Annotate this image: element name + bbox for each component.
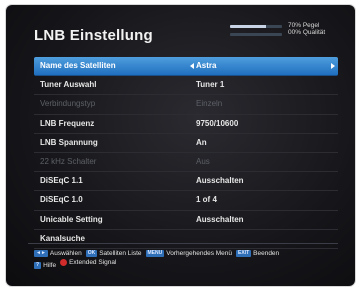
menu-row[interactable]: Name des Satelliten Astra: [34, 57, 338, 77]
left-right-arrows-icon: ◄►: [34, 250, 48, 257]
menu-row-value: 9750/10600: [196, 118, 239, 128]
menu-row-value: Einzeln: [196, 99, 223, 109]
divider: [28, 243, 338, 244]
menu-row-label: Kanalsuche: [40, 233, 85, 243]
exit-key-icon: EXIT: [236, 250, 252, 257]
menu-row[interactable]: LNB Frequenz 9750/10600: [34, 115, 338, 134]
signal-quality-text: 00% Qualität: [288, 29, 326, 36]
menu-row-label: Verbindungstyp: [40, 99, 96, 109]
help-line-1: ◄► Auswählen OK Satelliten Liste MENU Vorherg…: [34, 249, 338, 259]
help-item: ◄► Auswählen: [34, 250, 82, 257]
help-line-2: ? Hilfe Extended Signal: [34, 259, 338, 269]
menu-row[interactable]: DiSEqC 1.0 1 of 4: [34, 191, 338, 211]
help-item: Extended Signal: [60, 259, 116, 266]
right-arrow-icon[interactable]: [331, 63, 335, 69]
menu-key-icon: MENU: [145, 250, 165, 257]
menu-row-label: LNB Frequenz: [40, 118, 95, 128]
menu-row-value: An: [196, 137, 207, 147]
menu-row-label: Name des Satelliten: [40, 61, 116, 70]
help-item: ? Hilfe: [34, 262, 56, 269]
help-text: Vorhergehendes Menü: [166, 250, 233, 257]
menu-row[interactable]: Unicable Setting Ausschalten: [34, 211, 338, 230]
signal-meters: 70% Pegel 00% Qualität: [230, 22, 340, 44]
menu-row-label: DiSEqC 1.1: [40, 176, 83, 186]
signal-level-bar: [230, 25, 282, 28]
settings-list: Name des Satelliten Astra Tuner Auswahl Tun…: [34, 57, 338, 249]
signal-quality-bar: [230, 33, 282, 36]
signal-level-fill: [230, 25, 267, 28]
menu-row-label: DiSEqC 1.0: [40, 195, 83, 205]
menu-row-value: Ausschalten: [196, 176, 244, 186]
menu-row: 22 kHz Schalter Aus: [34, 153, 338, 173]
menu-row-label: 22 kHz Schalter: [40, 156, 97, 166]
menu-row[interactable]: Tuner Auswahl Tuner 1: [34, 76, 338, 96]
help-text: Beenden: [253, 250, 280, 257]
menu-row: Verbindungstyp Einzeln: [34, 95, 338, 115]
menu-row-label: Tuner Auswahl: [40, 80, 97, 90]
menu-row-label: LNB Spannung: [40, 137, 98, 147]
red-button-icon: [60, 259, 68, 266]
page-title: LNB Einstellung: [34, 27, 153, 44]
menu-row[interactable]: LNB Spannung An: [34, 134, 338, 153]
menu-row-value: Astra: [196, 61, 217, 70]
menu-row-value: Ausschalten: [196, 214, 244, 224]
help-text: Hilfe: [43, 262, 57, 269]
help-item: EXIT Beenden: [236, 250, 279, 257]
help-text: Extended Signal: [69, 259, 117, 266]
help-text: Auswählen: [49, 250, 82, 257]
menu-row-value: Aus: [196, 156, 210, 166]
help-bar: ◄► Auswählen OK Satelliten Liste MENU Vorherg…: [34, 249, 338, 269]
menu-row[interactable]: DiSEqC 1.1 Ausschalten: [34, 172, 338, 192]
help-key-icon: ?: [34, 262, 42, 269]
menu-row-value: Tuner 1: [196, 80, 225, 90]
help-text: Satelliten Liste: [99, 250, 142, 257]
left-arrow-icon[interactable]: [190, 63, 194, 69]
ok-key-icon: OK: [85, 250, 98, 257]
menu-row[interactable]: Kanalsuche: [34, 230, 338, 249]
help-item: OK Satelliten Liste: [85, 250, 142, 257]
menu-row-label: Unicable Setting: [40, 214, 103, 224]
menu-row-value: 1 of 4: [196, 195, 217, 205]
tv-screen: LNB Einstellung 70% Pegel 00% Qualität N…: [6, 5, 355, 286]
help-item: MENU Vorhergehendes Menü: [145, 250, 233, 257]
